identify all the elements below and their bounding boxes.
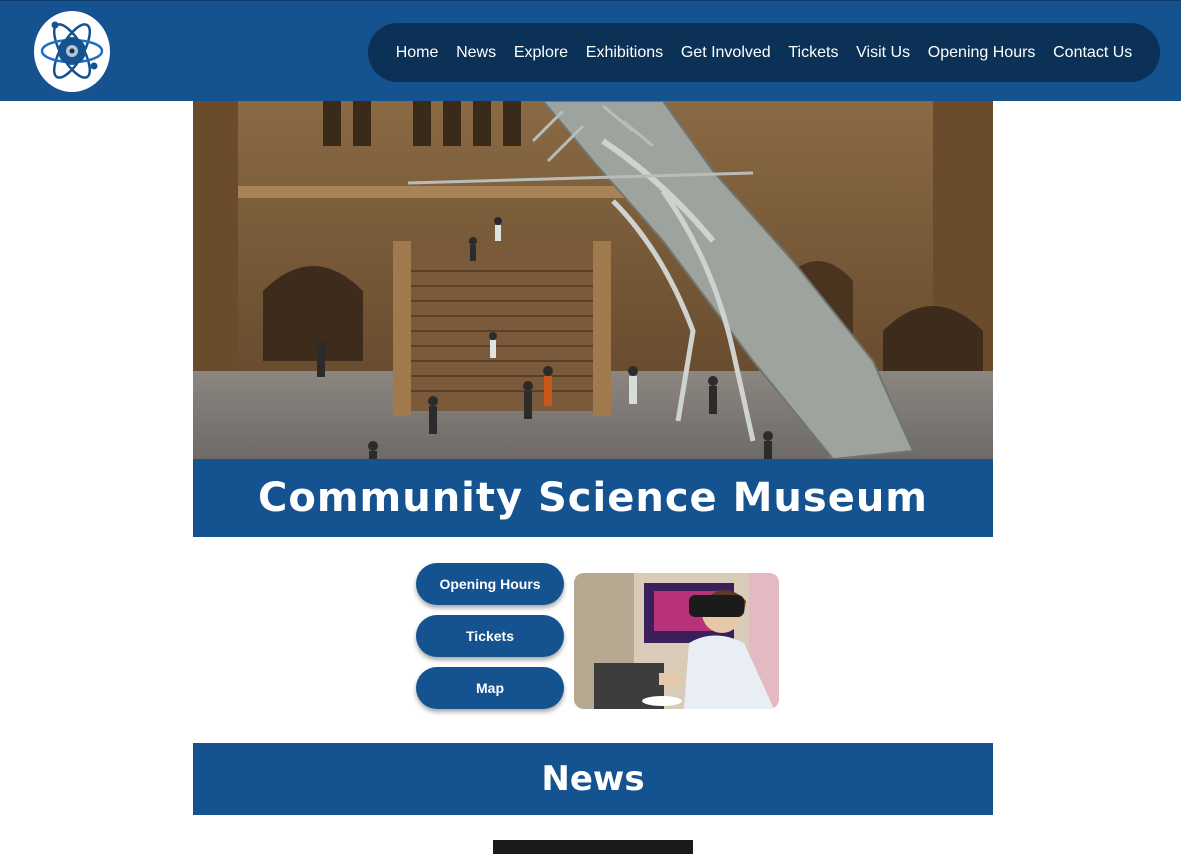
hero-image-museum-hall [193, 101, 993, 459]
news-section-header: News [193, 743, 993, 815]
nav-visit-us[interactable]: Visit Us [856, 44, 910, 62]
nav-explore[interactable]: Explore [514, 44, 568, 62]
opening-hours-button[interactable]: Opening Hours [416, 563, 564, 605]
site-header: Home News Explore Exhibitions Get Involv… [0, 0, 1181, 101]
atom-logo-icon[interactable] [34, 11, 110, 92]
nav-home[interactable]: Home [396, 44, 439, 62]
nav-contact-us[interactable]: Contact Us [1053, 44, 1132, 62]
map-button[interactable]: Map [416, 667, 564, 709]
nav-news[interactable]: News [456, 44, 496, 62]
main-navigation: Home News Explore Exhibitions Get Involv… [368, 23, 1160, 82]
news-thumbnail-image[interactable] [493, 840, 693, 854]
site-title: Community Science Museum [258, 475, 928, 521]
hero-title-banner: Community Science Museum [193, 459, 993, 537]
tickets-button[interactable]: Tickets [416, 615, 564, 657]
nav-tickets[interactable]: Tickets [788, 44, 838, 62]
vr-visitor-photo [574, 573, 779, 709]
news-heading: News [541, 759, 645, 799]
nav-opening-hours[interactable]: Opening Hours [928, 44, 1036, 62]
nav-get-involved[interactable]: Get Involved [681, 44, 771, 62]
nav-exhibitions[interactable]: Exhibitions [586, 44, 663, 62]
